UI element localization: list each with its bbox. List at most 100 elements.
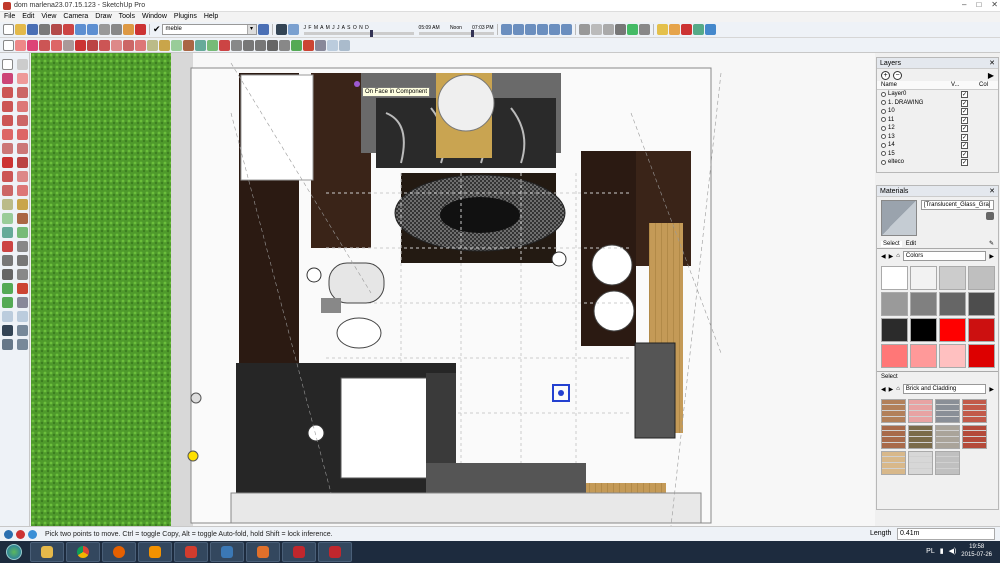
details-arrow-icon[interactable]: ▶ [988,71,994,80]
offset-tool-icon[interactable] [17,185,28,196]
rotate-icon[interactable] [99,39,110,51]
model-drawing[interactable] [31,53,875,526]
section-tool-icon[interactable] [17,297,28,308]
col-name[interactable]: Name [881,81,897,89]
taskbar-vlc[interactable] [138,542,172,562]
warehouse-icon[interactable] [656,24,668,35]
axes-icon[interactable] [195,39,206,51]
color-swatch[interactable] [910,344,937,368]
zoom-window-icon[interactable] [255,39,266,51]
library-select-bottom[interactable]: Brick and Cladding [902,384,987,394]
visible-checkbox[interactable]: ✓ [961,108,968,115]
layer-row[interactable]: elteco ✓ [877,158,998,167]
home-icon[interactable]: ⌂ [896,386,900,392]
shadow-time-slider[interactable]: 05:09 AM Noon 07:03 PM [418,25,494,37]
visible-checkbox[interactable]: ✓ [961,91,968,98]
hidden-line-icon[interactable] [602,24,614,35]
model-info-icon[interactable] [51,24,62,35]
erase-icon[interactable] [63,24,74,35]
warehouse-tool-icon[interactable] [17,325,28,336]
visible-checkbox[interactable]: ✓ [961,150,968,158]
xray-icon[interactable] [578,24,590,35]
sandbox-scratch-icon[interactable] [17,311,28,322]
visible-checkbox[interactable]: ✓ [961,159,968,166]
menu-edit[interactable]: Edit [22,12,34,22]
menu-window[interactable]: Window [142,12,167,22]
copy-icon[interactable] [111,24,122,35]
3pt-arc-tool-icon[interactable] [2,143,13,154]
menu-plugins[interactable]: Plugins [174,12,197,22]
ruby-console-icon[interactable] [692,24,704,35]
open-folder-icon[interactable] [15,24,26,35]
section-plane-icon[interactable] [315,39,326,51]
select-tool-icon[interactable] [2,59,13,70]
protractor-icon[interactable] [171,39,182,51]
zoom-icon[interactable] [243,39,254,51]
top-view-icon[interactable] [512,24,524,35]
right-view-icon[interactable] [536,24,548,35]
text-icon[interactable] [183,39,194,51]
color-swatch[interactable] [939,344,966,368]
rectangle-tool-icon[interactable] [2,101,13,112]
texture-swatch[interactable] [935,451,960,475]
layer-row[interactable]: Layer0 ✓ [877,90,998,99]
texture-swatch[interactable] [962,425,987,449]
texture-swatch[interactable] [962,399,987,423]
close-icon[interactable]: ✕ [989,186,995,197]
texture-swatch[interactable] [935,425,960,449]
info-icon[interactable] [4,529,13,539]
extension-warehouse-icon[interactable] [680,24,692,35]
previous-view-icon[interactable] [279,39,290,51]
layers-panel-title[interactable]: Layers ✕ [877,58,998,69]
shaded-icon[interactable] [614,24,626,35]
paint-tool-icon[interactable] [2,73,13,84]
polygon-tool-icon[interactable] [17,115,28,126]
language-indicator[interactable]: PL [926,548,935,555]
layer-row[interactable]: 14 ✓ [877,141,998,150]
select-arrow-icon[interactable] [3,39,14,51]
home-icon[interactable] [2,325,13,336]
network-icon[interactable]: ▮ [940,547,944,555]
pan-icon[interactable] [231,39,242,51]
3d-text-icon[interactable] [207,39,218,51]
forward-arrow-icon[interactable]: ▶ [889,253,894,260]
taskbar-chrome[interactable] [66,542,100,562]
section-cut-icon[interactable] [339,39,350,51]
materials-panel-title[interactable]: Materials ✕ [877,186,998,197]
col-color[interactable]: Col [979,81,988,90]
texture-swatch[interactable] [881,451,906,475]
taskbar-autocad[interactable] [282,542,316,562]
color-swatch[interactable] [939,266,966,290]
help-icon[interactable] [28,529,37,539]
active-layer-radio[interactable] [881,117,886,123]
back-arrow-icon[interactable]: ◀ [881,386,886,393]
look-around-icon[interactable] [303,39,314,51]
color-swatch[interactable] [968,266,995,290]
texture-swatch[interactable] [881,399,906,423]
color-swatch[interactable] [939,318,966,342]
layer-dropdown[interactable]: meble ▾ [161,24,257,35]
rotate-tool-icon[interactable] [2,171,13,182]
lookaround-tool-icon[interactable] [17,283,28,294]
color-swatch[interactable] [881,292,908,316]
monochrome-icon[interactable] [638,24,650,35]
library-select-top[interactable]: Colors [902,251,987,261]
offset-icon[interactable] [135,39,146,51]
measurements-box[interactable]: 0.41m [897,528,995,540]
taskbar-sketchup[interactable] [174,542,208,562]
pie-tool-icon[interactable] [17,143,28,154]
follow-me-icon[interactable] [111,39,122,51]
color-swatch[interactable] [910,292,937,316]
layer-row[interactable]: 1. DRAWING ✓ [877,99,998,108]
fog-icon[interactable] [287,24,299,35]
visible-checkbox[interactable]: ✓ [961,116,968,124]
tab-edit[interactable]: Edit [906,241,916,247]
details-arrow-icon[interactable]: ▶ [989,253,994,260]
texture-swatch[interactable] [935,399,960,423]
layer-manager-icon[interactable] [257,24,269,35]
cut-icon[interactable] [99,24,110,35]
print-tool-icon[interactable] [2,339,13,350]
menu-camera[interactable]: Camera [63,12,88,22]
shadow-toggle-icon[interactable] [275,24,287,35]
visible-checkbox[interactable]: ✓ [961,133,968,141]
